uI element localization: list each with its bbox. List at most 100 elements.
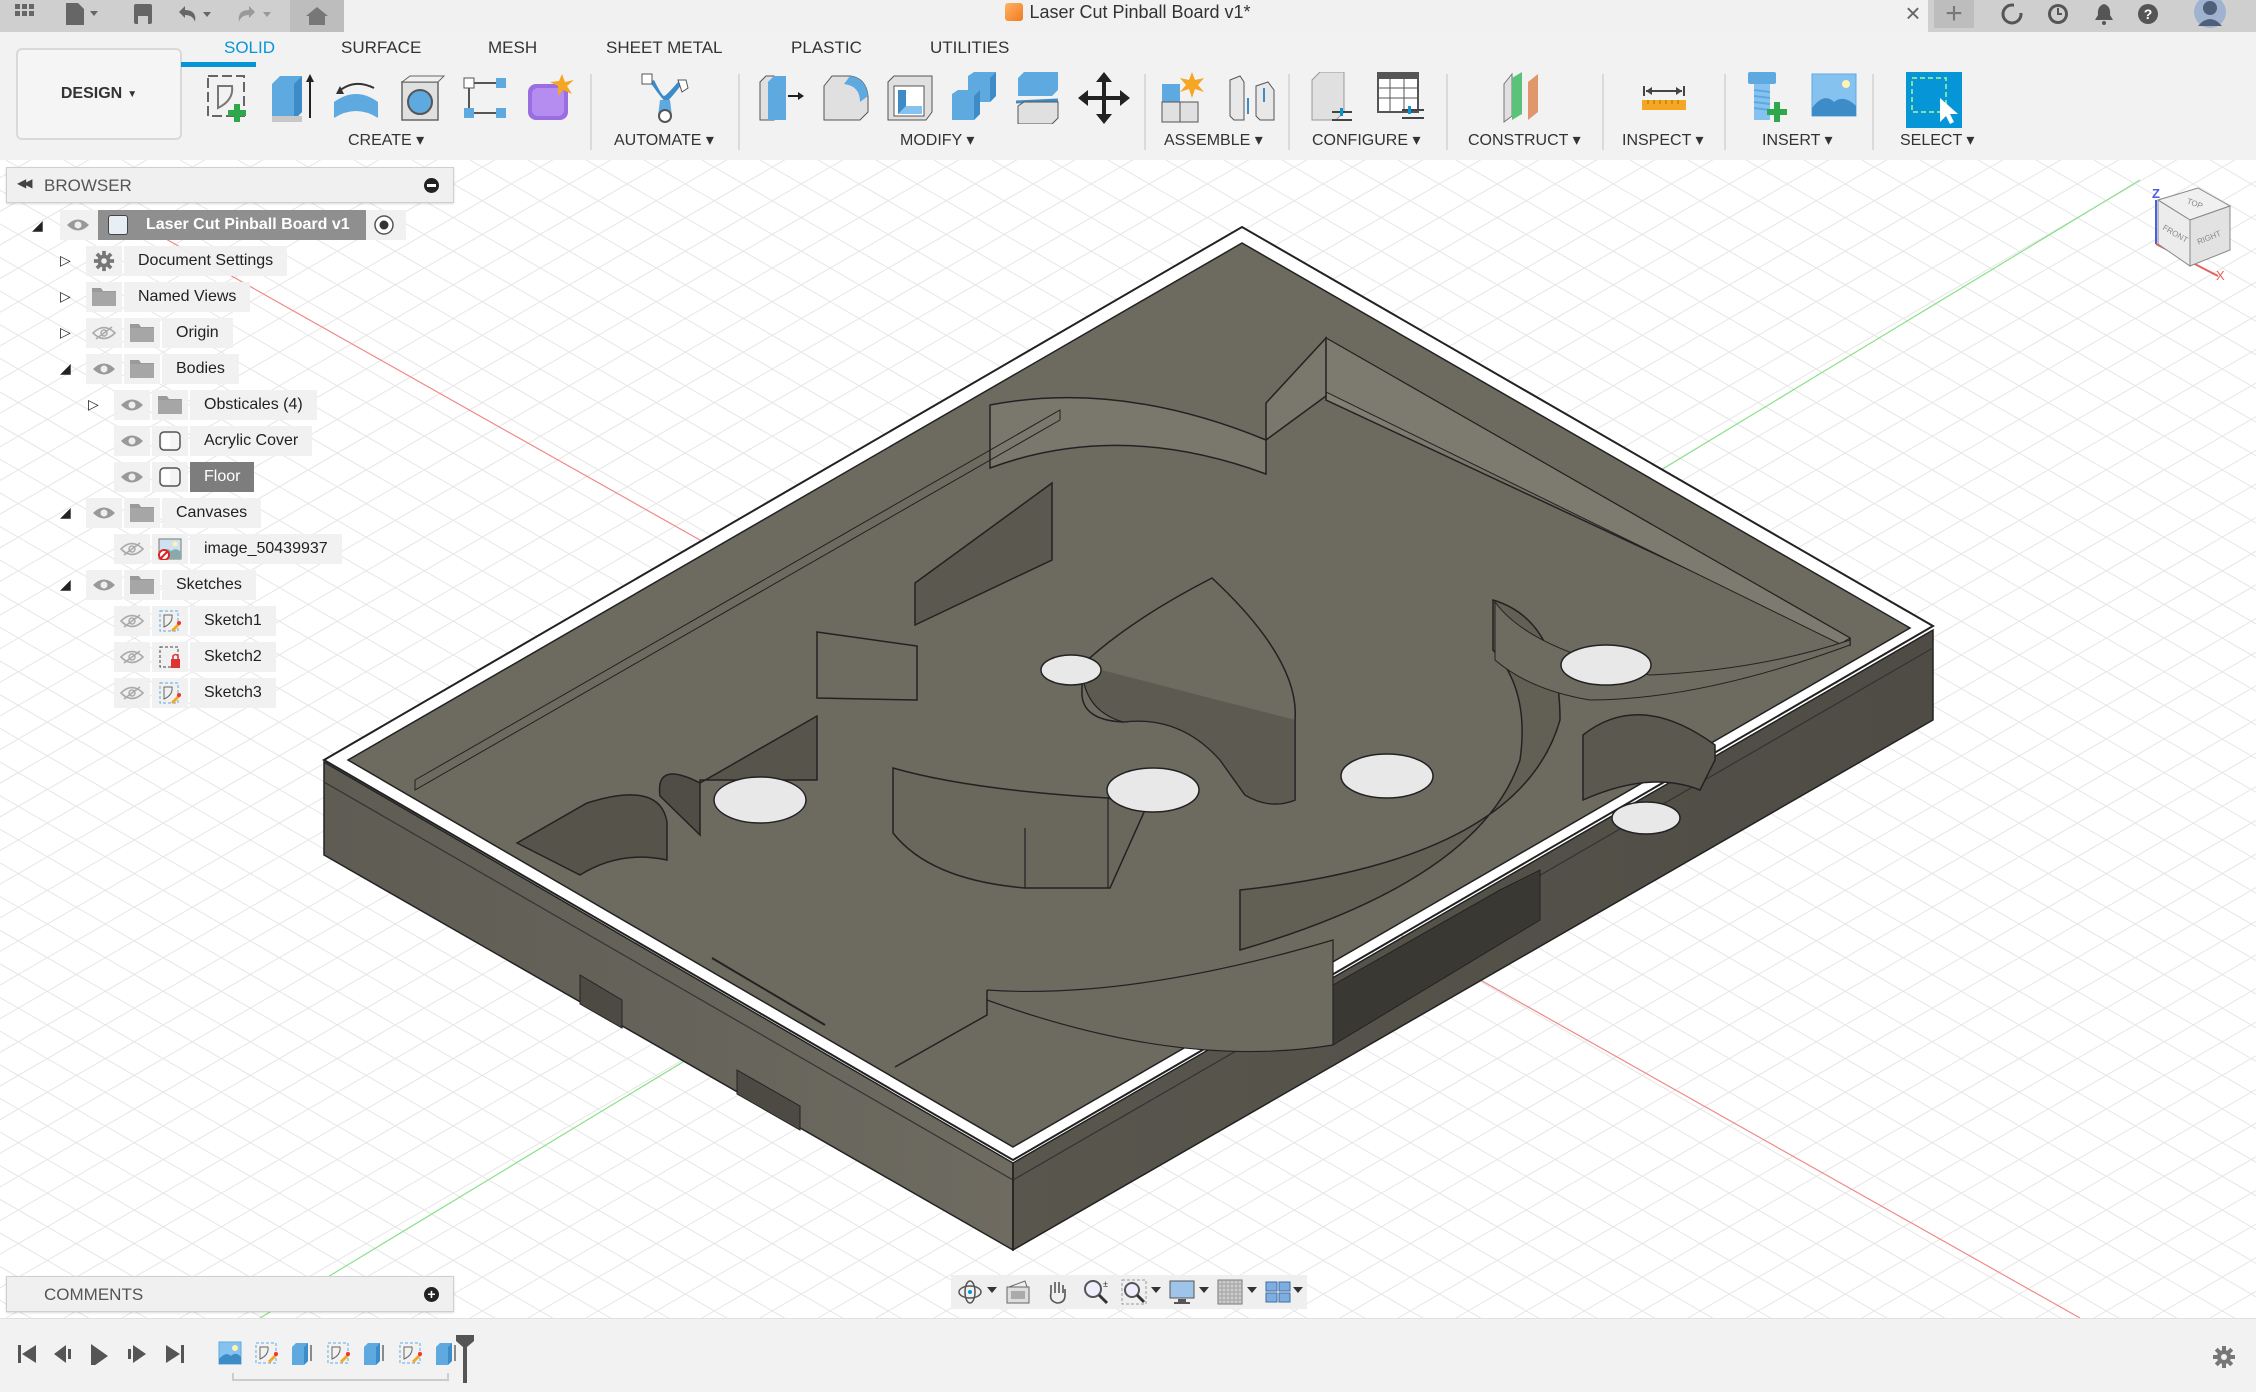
eye-hidden-icon[interactable]	[114, 606, 150, 636]
tree-item-label[interactable]: Sketch1	[190, 606, 276, 636]
step-forward-icon[interactable]	[126, 1343, 148, 1365]
select-menu[interactable]: SELECT ▾	[1900, 130, 1974, 150]
grid-settings-icon[interactable]	[1217, 1279, 1243, 1305]
collapsed-triangle-icon[interactable]: ▷	[60, 288, 74, 304]
extensions-icon[interactable]	[1992, 0, 2032, 28]
eye-icon[interactable]	[86, 354, 122, 384]
combine-icon[interactable]	[948, 72, 1000, 124]
close-document-icon[interactable]: ×	[1898, 0, 1928, 28]
root-component-label[interactable]: Laser Cut Pinball Board v1	[98, 210, 366, 240]
expanded-triangle-icon[interactable]: ◢	[60, 360, 74, 376]
create-sketch-icon[interactable]	[204, 72, 256, 124]
viewports-icon[interactable]	[1265, 1279, 1291, 1305]
job-status-icon[interactable]	[2038, 0, 2078, 28]
create-form-icon[interactable]	[524, 72, 576, 124]
modify-menu[interactable]: MODIFY ▾	[900, 130, 974, 150]
add-comment-icon[interactable]: +	[424, 1287, 439, 1302]
eye-icon[interactable]	[114, 426, 150, 456]
measure-icon[interactable]	[1640, 72, 1692, 124]
tree-item-label[interactable]: Sketch3	[190, 678, 276, 708]
tab-plastic[interactable]: PLASTIC	[791, 38, 862, 58]
viewcube[interactable]: Z X TOP FRONT RIGHT	[2140, 180, 2250, 283]
insert-mcmaster-icon[interactable]	[1746, 72, 1798, 124]
inspect-menu[interactable]: INSPECT ▾	[1622, 130, 1704, 150]
assemble-menu[interactable]: ASSEMBLE ▾	[1164, 130, 1263, 150]
timeline-sketch-icon[interactable]	[254, 1341, 278, 1365]
canvas-viewport[interactable]	[0, 160, 2256, 1318]
new-component-icon[interactable]	[1160, 72, 1212, 124]
configuration-table-icon[interactable]	[1376, 71, 1428, 124]
tree-item-label[interactable]: Sketches	[162, 570, 256, 600]
tree-item-label[interactable]: Floor	[190, 462, 255, 492]
collapsed-triangle-icon[interactable]: ▷	[60, 324, 74, 340]
configure-menu[interactable]: CONFIGURE ▾	[1312, 130, 1420, 150]
automate-icon[interactable]	[640, 72, 692, 124]
timeline-extrude-icon[interactable]	[290, 1341, 314, 1365]
tree-item-label[interactable]: Obsticales (4)	[190, 390, 317, 420]
activate-radio-icon[interactable]	[366, 210, 406, 240]
go-to-end-icon[interactable]	[164, 1343, 186, 1365]
timeline-sketch-icon[interactable]	[326, 1341, 350, 1365]
eye-hidden-icon[interactable]	[114, 534, 150, 564]
viewports-dropdown-icon[interactable]	[1293, 1287, 1303, 1293]
zoom-dropdown-icon[interactable]	[1151, 1287, 1161, 1293]
3d-scene[interactable]	[0, 160, 2256, 1318]
fit-icon[interactable]	[1121, 1279, 1147, 1305]
pattern-icon[interactable]	[460, 72, 512, 124]
timeline-sketch-icon[interactable]	[398, 1341, 422, 1365]
eye-hidden-icon[interactable]	[114, 642, 150, 672]
timeline-extrude-icon[interactable]	[362, 1341, 386, 1365]
pinball-board-model[interactable]	[322, 225, 1935, 1252]
orbit-icon[interactable]	[957, 1279, 983, 1305]
timeline-marker-handle[interactable]	[456, 1335, 474, 1385]
tree-item-label[interactable]: Origin	[162, 318, 233, 348]
expanded-triangle-icon[interactable]: ◢	[32, 217, 46, 233]
collapsed-triangle-icon[interactable]: ▷	[60, 252, 74, 268]
display-dropdown-icon[interactable]	[1199, 1287, 1209, 1293]
pan-icon[interactable]	[1045, 1279, 1071, 1305]
collapsed-triangle-icon[interactable]: ▷	[88, 396, 102, 412]
automate-menu[interactable]: AUTOMATE ▾	[614, 130, 714, 150]
insert-canvas-icon[interactable]	[1810, 72, 1862, 124]
tree-item-label[interactable]: Sketch2	[190, 642, 276, 672]
comments-panel[interactable]: COMMENTS +	[6, 1276, 454, 1312]
tree-item-label[interactable]: Acrylic Cover	[190, 426, 313, 456]
user-avatar-icon[interactable]	[2190, 0, 2230, 28]
create-menu[interactable]: CREATE ▾	[348, 130, 424, 150]
joint-icon[interactable]	[1226, 72, 1278, 124]
eye-icon[interactable]	[60, 210, 98, 240]
play-icon[interactable]	[88, 1343, 110, 1365]
help-icon[interactable]: ?	[2128, 0, 2168, 28]
window-select-icon[interactable]	[1906, 72, 1962, 128]
revolve-icon[interactable]	[330, 72, 382, 124]
display-settings-icon[interactable]	[1169, 1279, 1195, 1305]
timeline-extrude-icon[interactable]	[434, 1341, 458, 1365]
split-body-icon[interactable]	[1012, 72, 1064, 125]
tree-item-label[interactable]: Canvases	[162, 498, 262, 528]
tab-utilities[interactable]: UTILITIES	[930, 38, 1009, 58]
fillet-icon[interactable]	[820, 72, 872, 124]
tree-item-label[interactable]: image_50439937	[190, 534, 342, 564]
eye-hidden-icon[interactable]	[86, 318, 122, 348]
press-pull-icon[interactable]	[756, 72, 808, 124]
tree-item-label[interactable]: Named Views	[124, 282, 251, 312]
eye-icon[interactable]	[86, 498, 122, 528]
eye-icon[interactable]	[86, 570, 122, 600]
timeline-settings-gear-icon[interactable]	[2212, 1345, 2236, 1369]
timeline-canvas-icon[interactable]	[218, 1341, 242, 1365]
eye-icon[interactable]	[114, 462, 150, 492]
new-tab-icon[interactable]: +	[1934, 0, 1974, 30]
tab-sheet-metal[interactable]: SHEET METAL	[606, 38, 723, 58]
expanded-triangle-icon[interactable]: ◢	[60, 504, 74, 520]
orbit-dropdown-icon[interactable]	[987, 1287, 997, 1293]
tab-mesh[interactable]: MESH	[488, 38, 537, 58]
offset-plane-icon[interactable]	[1500, 72, 1552, 124]
tree-item-label[interactable]: Bodies	[162, 354, 239, 384]
hole-icon[interactable]	[396, 72, 448, 124]
collapse-panel-icon[interactable]: ◀◀	[17, 176, 33, 190]
shell-icon[interactable]	[884, 72, 936, 124]
eye-icon[interactable]	[114, 390, 150, 420]
zoom-icon[interactable]: ±	[1083, 1279, 1109, 1305]
eye-hidden-icon[interactable]	[114, 678, 150, 708]
configure-model-icon[interactable]	[1310, 71, 1362, 124]
